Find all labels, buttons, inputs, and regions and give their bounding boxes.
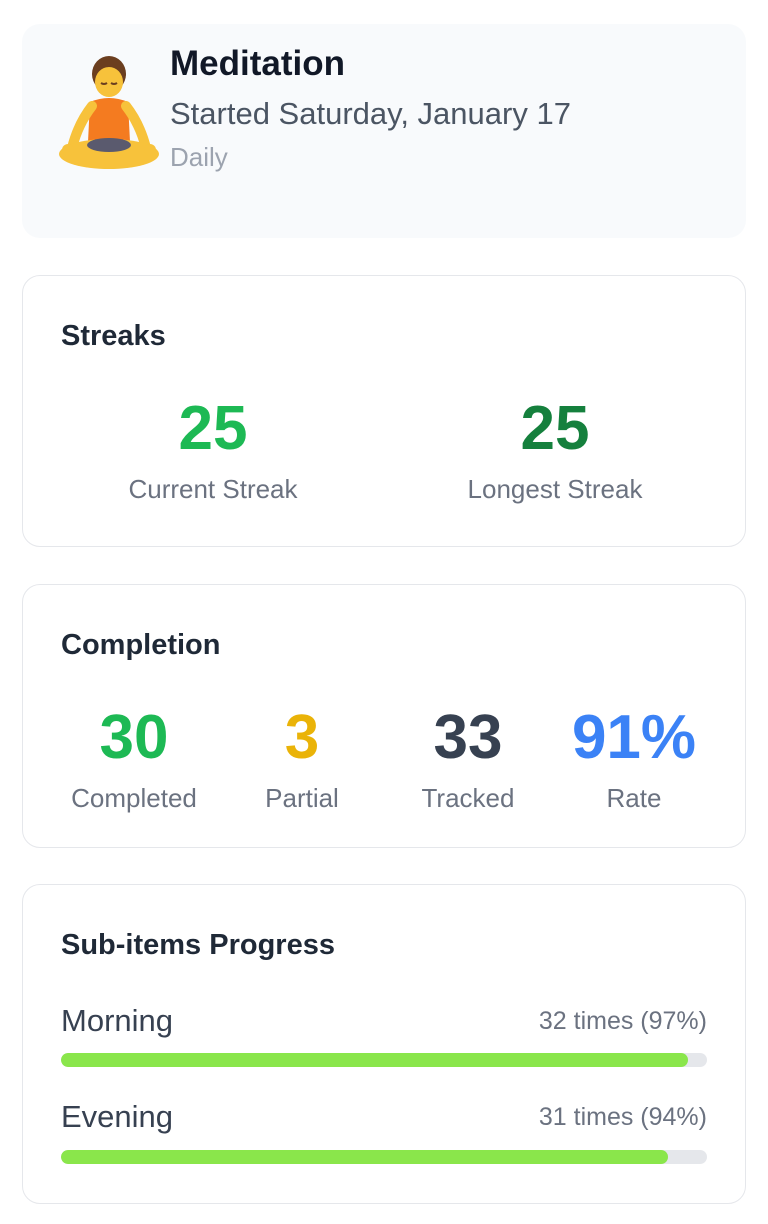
subitem-progress-fill	[61, 1053, 688, 1067]
subitem-name: Evening	[61, 1099, 174, 1134]
subitem-name: Morning	[61, 1003, 173, 1038]
tracked-value: 33	[433, 703, 503, 772]
streaks-title: Streaks	[61, 320, 166, 352]
longest-streak-value: 25	[520, 394, 590, 463]
current-streak-label: Current Streak	[128, 474, 298, 504]
subitem-progress-fill	[61, 1150, 669, 1164]
streaks-card: Streaks 25 Current Streak 25 Longest Str…	[22, 275, 746, 547]
habit-start-date: Started Saturday, January 17	[170, 96, 571, 131]
habit-frequency: Daily	[170, 142, 228, 172]
subitem-progress-track	[61, 1053, 707, 1067]
longest-streak-stat: 25 Longest Streak	[425, 398, 685, 505]
subitem-progress-track	[61, 1150, 707, 1164]
subitem-count: 31 times (94%)	[538, 1103, 707, 1131]
subitems-title: Sub-items Progress	[61, 929, 335, 961]
completed-value: 30	[99, 703, 169, 772]
habit-title: Meditation	[170, 44, 345, 83]
current-streak-value: 25	[178, 394, 248, 463]
person-meditating-icon	[50, 50, 168, 176]
partial-label: Partial	[265, 783, 339, 813]
subitem-count: 32 times (97%)	[538, 1007, 707, 1035]
tracked-stat: 33 Tracked	[385, 707, 551, 814]
partial-value: 3	[284, 703, 320, 772]
tracked-label: Tracked	[421, 783, 515, 813]
subitems-card: Sub-items Progress Morning 32 times (97%…	[22, 884, 746, 1204]
partial-stat: 3 Partial	[219, 707, 385, 814]
rate-label: Rate	[606, 783, 662, 813]
rate-value: 91%	[571, 703, 697, 772]
completed-stat: 30 Completed	[51, 707, 217, 814]
longest-streak-label: Longest Streak	[467, 474, 643, 504]
completed-label: Completed	[71, 783, 197, 813]
current-streak-stat: 25 Current Streak	[83, 398, 343, 505]
rate-stat: 91% Rate	[551, 707, 717, 814]
completion-title: Completion	[61, 629, 221, 661]
completion-card: Completion 30 Completed 3 Partial 33 Tra…	[22, 584, 746, 848]
